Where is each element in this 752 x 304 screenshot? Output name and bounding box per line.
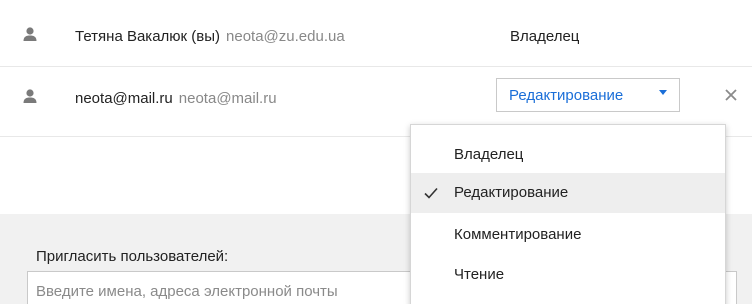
menu-item-editing[interactable]: Редактирование <box>411 173 725 213</box>
collaborator-row-owner: Тетяна Вакалюк (вы) neota@zu.edu.ua Владе… <box>0 4 752 64</box>
person-icon <box>23 27 37 41</box>
collaborator-email: neota@mail.ru <box>178 90 277 107</box>
collaborator-name-line: Тетяна Вакалюк (вы) neota@zu.edu.ua <box>75 28 345 45</box>
menu-item-label: Владелец <box>454 146 524 163</box>
role-dropdown[interactable]: Редактирование <box>496 78 680 112</box>
role-dropdown-value: Редактирование <box>509 87 624 104</box>
menu-item-owner[interactable]: Владелец <box>411 135 725 175</box>
caret-down-icon <box>659 90 667 95</box>
menu-item-label: Комментирование <box>454 226 582 243</box>
person-icon <box>23 89 37 103</box>
collaborator-name: Тетяна Вакалюк (вы) <box>75 28 221 45</box>
menu-item-label: Редактирование <box>454 184 569 201</box>
collaborator-name: neota@mail.ru <box>75 90 173 107</box>
collaborator-name-line: neota@mail.ru neota@mail.ru <box>75 90 277 107</box>
checkmark-icon <box>424 187 438 199</box>
menu-item-commenting[interactable]: Комментирование <box>411 215 725 255</box>
owner-role-label: Владелец <box>510 28 580 45</box>
close-icon[interactable] <box>722 86 740 104</box>
role-menu: Владелец Редактирование Комментирование … <box>410 124 726 304</box>
sharing-dialog: Тетяна Вакалюк (вы) neota@zu.edu.ua Владе… <box>0 0 752 304</box>
collaborator-row-editor: neota@mail.ru neota@mail.ru Редактировани… <box>0 66 752 126</box>
menu-item-label: Чтение <box>454 266 505 283</box>
invite-label: Пригласить пользователей: <box>36 248 229 265</box>
collaborator-email: neota@zu.edu.ua <box>226 28 345 45</box>
menu-item-reading[interactable]: Чтение <box>411 255 725 295</box>
